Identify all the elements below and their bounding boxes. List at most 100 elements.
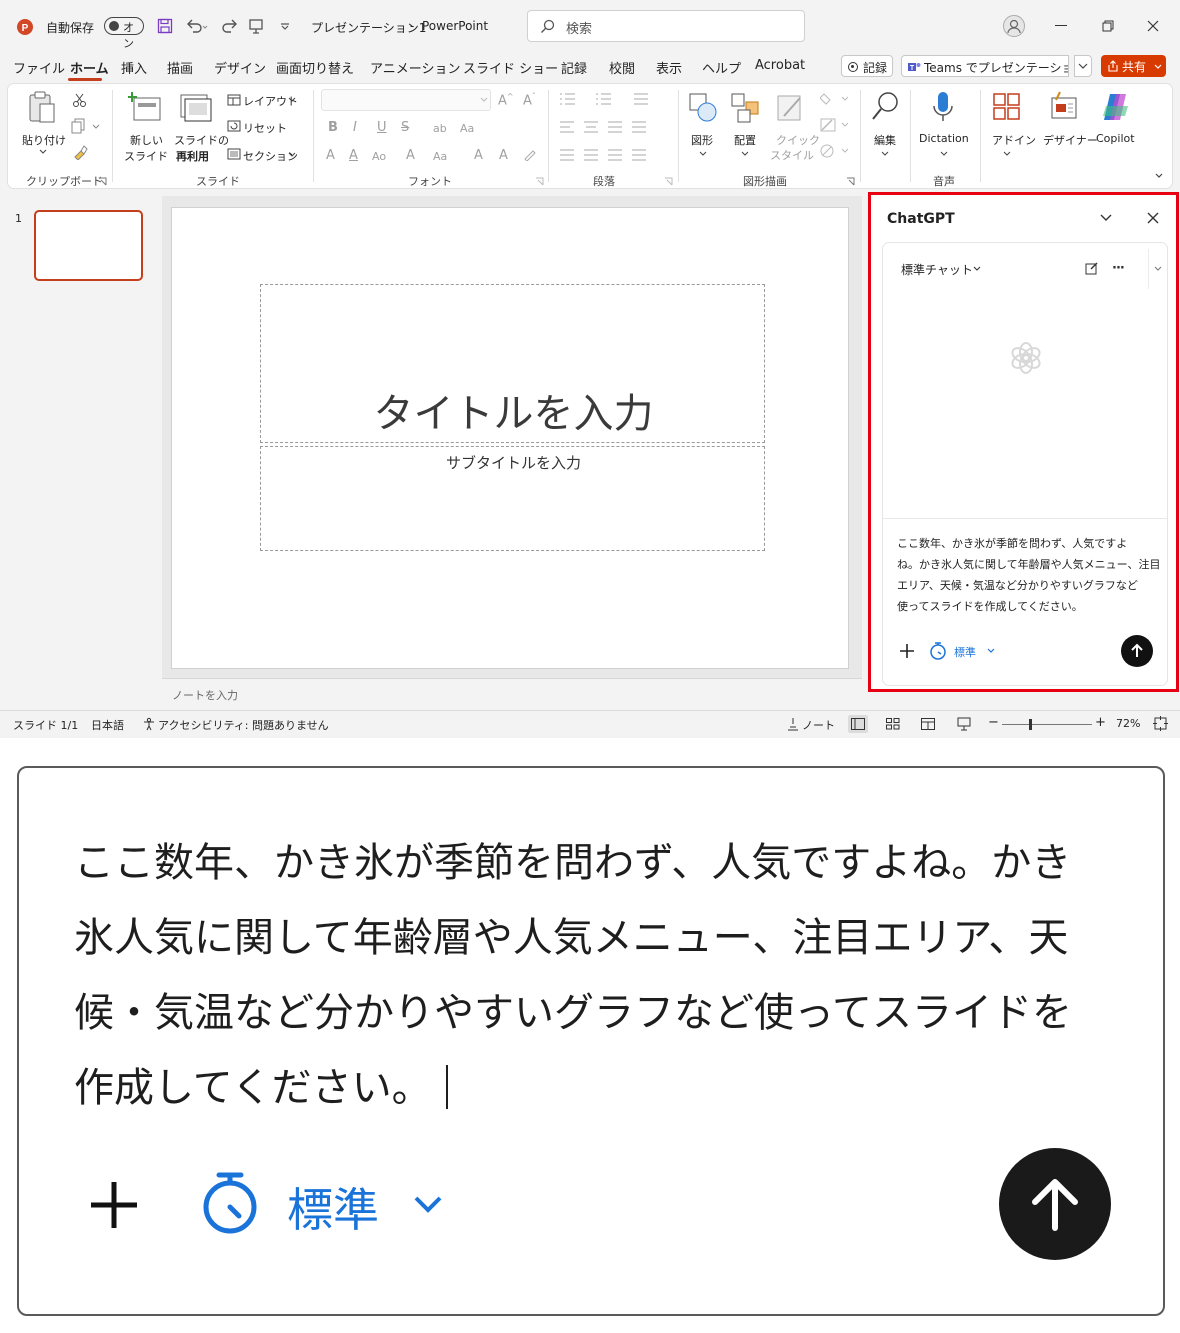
quick-styles-icon[interactable] [776,92,806,124]
tab-slideshow[interactable]: スライド ショー [463,58,558,77]
reuse-slides-label-1[interactable]: スライドの [174,132,229,148]
zoomed-prompt-text[interactable]: ここ数年、かき氷が季節を問わず、人気ですよね。かき 氷人気に関して年齢層や人気メ… [74,826,1134,1126]
tab-acrobat[interactable]: Acrobat [755,58,805,73]
new-slide-icon[interactable] [128,92,162,124]
dictation-label[interactable]: Dictation [919,132,969,145]
strikethrough-icon[interactable]: S [401,120,409,135]
send-button[interactable] [1121,635,1153,667]
shape-fill-icon[interactable] [820,92,850,106]
zoom-slider[interactable] [1002,719,1092,730]
prompt-input[interactable]: ここ数年、かき氷が季節を問わず、人気ですよ ね。かき氷人気に関して年齢層や人気メ… [883,518,1167,685]
redo-icon[interactable] [221,17,239,35]
new-slide-label-1[interactable]: 新しい [130,132,163,148]
zoomed-plus-icon[interactable] [89,1180,139,1230]
slide-thumbnail[interactable] [34,210,143,281]
tab-help[interactable]: ヘルプ [702,58,741,77]
clear-format-icon[interactable]: A [406,148,415,163]
tab-file[interactable]: ファイル [13,58,65,77]
zoom-slider-thumb[interactable] [1029,719,1032,730]
zoom-in-button[interactable]: + [1095,715,1106,730]
shrink-font-icon[interactable]: Aˇ [523,92,536,108]
zoomed-send-button[interactable] [999,1148,1111,1260]
edit-label[interactable]: 編集 [874,132,896,148]
grow-font-icon[interactable]: A^ [498,92,514,108]
font-name-box[interactable] [321,89,491,111]
font-size-case-icon[interactable]: Aa [433,150,447,163]
tab-insert[interactable]: 挿入 [121,58,147,77]
language-indicator[interactable]: 日本語 [91,717,124,733]
addins-label[interactable]: アドイン [992,132,1036,148]
tab-transitions[interactable]: 画面切り替え [276,58,354,77]
notes-toggle[interactable]: ノート [802,717,835,733]
tab-design[interactable]: デザイン [214,58,266,77]
arrange-icon[interactable] [730,92,760,124]
zoom-level[interactable]: 72% [1116,717,1140,730]
teams-present-button[interactable]: T Teams でプレゼンテーション [901,55,1069,77]
cut-icon[interactable] [72,92,88,108]
close-panel-icon[interactable] [1147,212,1159,224]
paragraph-icons[interactable] [556,90,676,170]
paste-icon[interactable] [26,90,58,126]
zoom-out-button[interactable]: − [988,715,999,730]
chevron-down-icon[interactable] [972,265,982,273]
subtitle-placeholder[interactable]: サブタイトルを入力 [260,446,765,551]
scroll-down-icon[interactable] [1148,249,1167,289]
highlight-icon[interactable]: A [349,148,358,163]
tab-draw[interactable]: 描画 [167,58,193,77]
character-spacing-icon[interactable]: ab [433,122,447,135]
tab-record[interactable]: 記録 [561,58,587,77]
undo-icon[interactable] [185,17,209,35]
autosave-toggle[interactable]: オン [104,17,144,50]
accessibility-status[interactable]: アクセシビリティ: 問題ありません [158,717,329,733]
copy-icon[interactable] [71,118,101,134]
shape-effects-icon[interactable] [820,144,850,158]
shape-outline-icon[interactable] [820,118,850,132]
account-avatar[interactable] [1003,15,1025,37]
reuse-slides-icon[interactable] [178,92,212,124]
quick-styles-label-2[interactable]: スタイル [770,147,814,163]
reset-button[interactable]: リセット [243,120,287,136]
model-chevron-icon[interactable] [986,647,996,655]
minimize-icon[interactable] [1055,25,1067,26]
underline-icon[interactable]: U [377,120,387,135]
find-icon[interactable] [870,90,902,124]
italic-icon[interactable]: I [353,120,357,135]
customize-qat-icon[interactable] [280,21,290,31]
reading-view-icon[interactable] [921,718,935,730]
close-window-icon[interactable] [1147,20,1159,32]
more-options-icon[interactable]: ··· [1112,261,1125,276]
collapse-panel-icon[interactable] [1099,212,1113,224]
tab-view[interactable]: 表示 [656,58,682,77]
decrease-font-icon[interactable]: A [499,148,508,163]
bold-icon[interactable]: B [328,120,338,135]
share-button[interactable]: 共有 [1101,55,1166,77]
presentation-from-start-icon[interactable] [248,17,266,35]
new-slide-label-2[interactable]: スライド [124,148,168,164]
reuse-slides-label-2[interactable]: 再利用 [176,148,209,164]
designer-label[interactable]: デザイナー [1043,132,1098,148]
slideshow-view-icon[interactable] [957,717,971,731]
restore-icon[interactable] [1102,20,1114,32]
normal-view-icon[interactable] [848,715,868,733]
designer-icon[interactable] [1048,90,1080,124]
copilot-icon[interactable] [1100,90,1132,124]
search-box[interactable]: 検索 [527,10,805,42]
text-effect-icon[interactable]: Ao [372,150,386,163]
tab-home[interactable]: ホーム [70,58,109,77]
zoomed-model-selector[interactable]: 標準 [287,1174,379,1240]
shapes-label[interactable]: 図形 [691,132,713,148]
fit-slide-icon[interactable] [1153,716,1168,731]
paste-label[interactable]: 貼り付け [22,132,66,148]
pen-icon[interactable] [523,147,537,161]
increase-font-icon[interactable]: A [474,148,483,163]
change-case-icon[interactable]: Aa [460,122,474,135]
addins-icon[interactable] [992,92,1022,122]
title-placeholder[interactable]: タイトルを入力 [260,284,765,443]
tab-animations[interactable]: アニメーション [370,58,460,77]
attach-plus-icon[interactable] [899,643,915,659]
ribbon-collapse-icon[interactable] [1154,172,1164,180]
microphone-icon[interactable] [930,90,956,124]
font-color-icon[interactable]: A [326,148,335,163]
slide-sorter-icon[interactable] [886,718,900,730]
zoomed-chevron-down-icon[interactable] [412,1192,444,1216]
